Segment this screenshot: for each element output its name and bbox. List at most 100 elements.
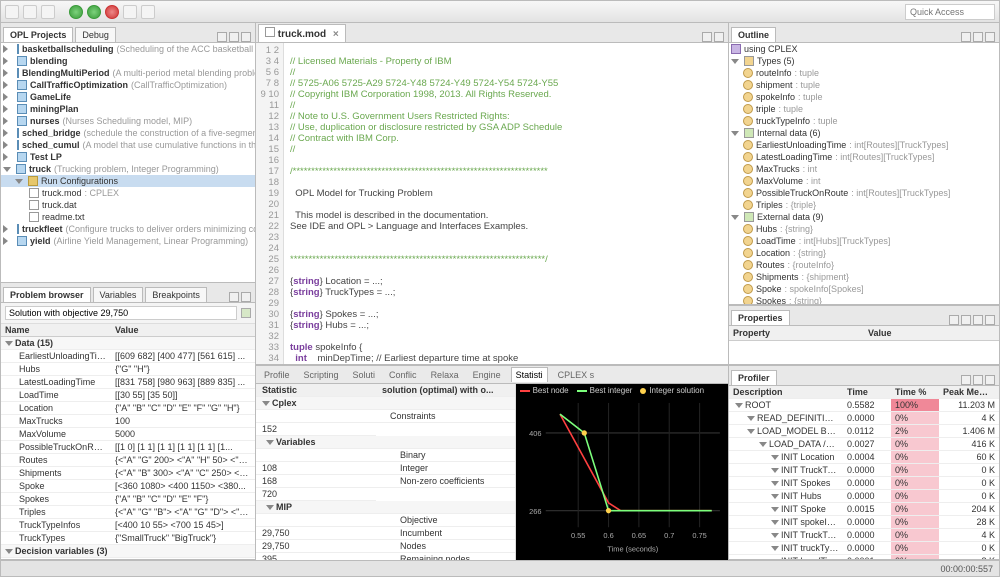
project-item[interactable]: truck (Trucking problem, Integer Program… xyxy=(1,163,255,175)
step-over-icon[interactable] xyxy=(141,5,155,19)
project-item[interactable]: basketballscheduling (Scheduling of the … xyxy=(1,43,255,55)
minimize-icon[interactable] xyxy=(973,375,983,385)
problem-row-name[interactable]: Location xyxy=(1,402,111,415)
outline-item[interactable]: Hubs : {string} xyxy=(729,223,999,235)
run-config-item[interactable]: Run Configurations xyxy=(1,175,255,187)
problem-row-name[interactable]: LatestLoadingTime xyxy=(1,376,111,389)
minimize-icon[interactable] xyxy=(973,32,983,42)
project-item[interactable]: sched_cumul (A model that use cumulative… xyxy=(1,139,255,151)
quick-access-input[interactable] xyxy=(905,4,995,20)
tab-breakpoints[interactable]: Breakpoints xyxy=(145,287,207,302)
profiler-row-desc[interactable]: INIT Hubs xyxy=(729,490,843,503)
run-icon[interactable] xyxy=(69,5,83,19)
project-item[interactable]: blending xyxy=(1,55,255,67)
problem-row-name[interactable]: MaxVolume xyxy=(1,428,111,441)
profiler-row-desc[interactable]: INIT TruckTypeInfos xyxy=(729,529,843,542)
btab-engine[interactable]: Engine xyxy=(469,368,505,382)
solution-field[interactable] xyxy=(5,306,237,320)
tab-properties[interactable]: Properties xyxy=(731,310,790,325)
maximize-icon[interactable] xyxy=(985,315,995,325)
tab-variables[interactable]: Variables xyxy=(93,287,144,302)
tab-problem-browser[interactable]: Problem browser xyxy=(3,287,91,302)
outline-group[interactable]: Types (5) xyxy=(729,55,999,67)
project-item[interactable]: sched_bridge (schedule the construction … xyxy=(1,127,255,139)
refresh-icon[interactable] xyxy=(241,308,251,318)
outline-item[interactable]: Spokes : {string} xyxy=(729,295,999,304)
project-item[interactable]: miningPlan xyxy=(1,103,255,115)
outline-item[interactable]: routeInfo : tuple xyxy=(729,67,999,79)
debug-icon[interactable] xyxy=(87,5,101,19)
problem-row-name[interactable]: Spoke xyxy=(1,480,111,493)
project-item[interactable]: nurses (Nurses Scheduling model, MIP) xyxy=(1,115,255,127)
problem-row-name[interactable]: MaxTrucks xyxy=(1,415,111,428)
sort-icon[interactable] xyxy=(961,32,971,42)
problem-row-name[interactable]: Hubs xyxy=(1,363,111,376)
project-item[interactable]: CallTrafficOptimization (CallTrafficOpti… xyxy=(1,79,255,91)
btab-scripting[interactable]: Scripting xyxy=(300,368,343,382)
outline-item[interactable]: triple : tuple xyxy=(729,103,999,115)
btab-cplex[interactable]: CPLEX s xyxy=(554,368,599,382)
maximize-icon[interactable] xyxy=(714,32,724,42)
btab-relaxa[interactable]: Relaxa xyxy=(427,368,463,382)
outline-item[interactable]: PossibleTruckOnRoute : int[Routes][Truck… xyxy=(729,187,999,199)
outline-item[interactable]: Spoke : spokeInfo[Spokes] xyxy=(729,283,999,295)
minimize-icon[interactable] xyxy=(229,32,239,42)
outline-item[interactable]: Routes : {routeInfo} xyxy=(729,259,999,271)
project-item[interactable]: Test LP xyxy=(1,151,255,163)
project-item[interactable]: yield (Airline Yield Management, Linear … xyxy=(1,235,255,247)
tab-profiler[interactable]: Profiler xyxy=(731,370,777,385)
close-icon[interactable]: × xyxy=(333,29,339,40)
profiler-row-desc[interactable]: LOAD_DATA /Users/noden/IBM/ILOG/CPLE... xyxy=(729,438,843,451)
outline-group[interactable]: External data (9) xyxy=(729,211,999,223)
profiler-row-desc[interactable]: INIT Spokes xyxy=(729,477,843,490)
outline-item[interactable]: Shipments : {shipment} xyxy=(729,271,999,283)
outline-using[interactable]: using CPLEX xyxy=(729,43,999,55)
btab-conflic[interactable]: Conflic xyxy=(385,368,421,382)
project-item[interactable]: GameLife xyxy=(1,91,255,103)
problem-row-name[interactable]: Routes xyxy=(1,454,111,467)
problem-row-name[interactable]: Spokes xyxy=(1,493,111,506)
tab-opl-projects[interactable]: OPL Projects xyxy=(3,27,73,42)
project-file-item[interactable]: readme.txt xyxy=(1,211,255,223)
save-icon[interactable] xyxy=(23,5,37,19)
btab-soluti[interactable]: Soluti xyxy=(349,368,380,382)
outline-tree[interactable]: using CPLEXTypes (5)routeInfo : tupleshi… xyxy=(729,43,999,304)
minimize-icon[interactable] xyxy=(229,292,239,302)
project-item[interactable]: BlendingMultiPeriod (A multi-period meta… xyxy=(1,67,255,79)
tab-outline[interactable]: Outline xyxy=(731,27,776,42)
stop-icon[interactable] xyxy=(105,5,119,19)
export-icon[interactable] xyxy=(961,375,971,385)
problem-row-name[interactable]: TruckTypes xyxy=(1,532,111,545)
minimize-icon[interactable] xyxy=(973,315,983,325)
outline-item[interactable]: MaxVolume : int xyxy=(729,175,999,187)
project-item[interactable]: truckfleet (Configure trucks to deliver … xyxy=(1,223,255,235)
new-icon[interactable] xyxy=(5,5,19,19)
problem-row-name[interactable]: InVolumeThroughHubOnTr... xyxy=(1,558,111,559)
code-editor[interactable]: 1 2 3 4 5 6 7 8 9 10 11 12 13 14 15 16 1… xyxy=(256,43,728,364)
profiler-row-desc[interactable]: INIT LoadTime xyxy=(729,555,843,559)
outline-group[interactable]: Internal data (6) xyxy=(729,127,999,139)
problem-row-name[interactable]: LoadTime xyxy=(1,389,111,402)
problem-row-name[interactable]: PossibleTruckOnRoute xyxy=(1,441,111,454)
profiler-row-desc[interactable]: INIT spokeInfo xyxy=(729,516,843,529)
outline-item[interactable]: MaxTrucks : int xyxy=(729,163,999,175)
profiler-row-desc[interactable]: INIT truckTypeInfo xyxy=(729,542,843,555)
save-all-icon[interactable] xyxy=(41,5,55,19)
problem-row-name[interactable]: TruckTypeInfos xyxy=(1,519,111,532)
maximize-icon[interactable] xyxy=(985,375,995,385)
step-icon[interactable] xyxy=(123,5,137,19)
problem-row-name[interactable]: Triples xyxy=(1,506,111,519)
project-file-item[interactable]: truck.dat xyxy=(1,199,255,211)
problem-row-name[interactable]: EarliestUnloadingTime xyxy=(1,350,111,363)
outline-item[interactable]: truckTypeInfo : tuple xyxy=(729,115,999,127)
outline-item[interactable]: Location : {string} xyxy=(729,247,999,259)
maximize-icon[interactable] xyxy=(985,32,995,42)
maximize-icon[interactable] xyxy=(241,32,251,42)
outline-item[interactable]: spokeInfo : tuple xyxy=(729,91,999,103)
profiler-row-desc[interactable]: INIT TruckTypes xyxy=(729,464,843,477)
problem-row-name[interactable]: Shipments xyxy=(1,467,111,480)
collapse-all-icon[interactable] xyxy=(217,32,227,42)
profiler-row-desc[interactable]: LOAD_MODEL Basic Configuration-0x7f8952.… xyxy=(729,425,843,438)
maximize-icon[interactable] xyxy=(241,292,251,302)
profiler-row-desc[interactable]: INIT Location xyxy=(729,451,843,464)
